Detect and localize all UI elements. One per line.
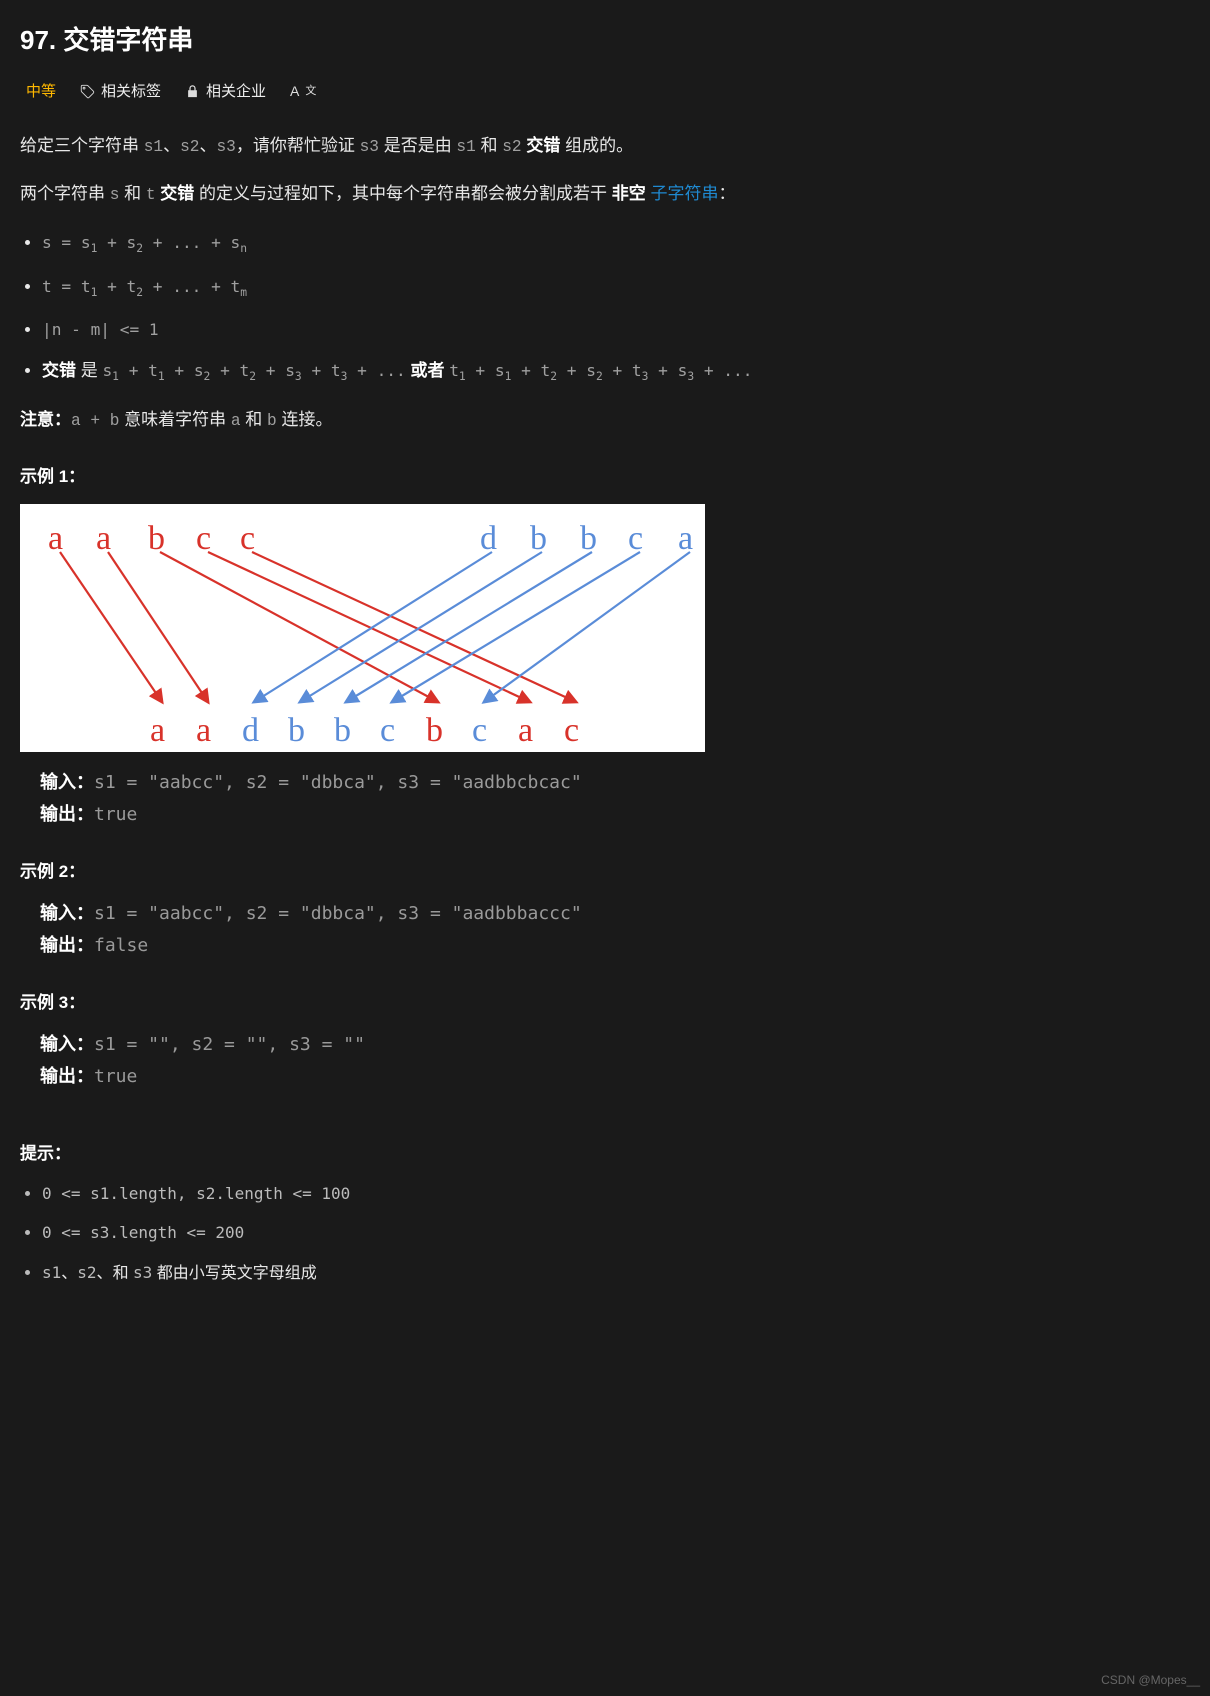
list-item: 0 <= s1.length, s2.length <= 100 [42, 1181, 1190, 1207]
intro-p2: 两个字符串 s 和 t 交错 的定义与过程如下，其中每个字符串都会被分割成若干 … [20, 180, 1190, 209]
diagram-letter: d [242, 704, 259, 758]
intro-p1: 给定三个字符串 s1、s2、s3，请你帮忙验证 s3 是否是由 s1 和 s2 … [20, 132, 1190, 161]
problem-description: 给定三个字符串 s1、s2、s3，请你帮忙验证 s3 是否是由 s1 和 s2 … [20, 132, 1190, 1287]
diagram-letter: b [148, 512, 165, 566]
tags-label: 相关标签 [101, 80, 161, 104]
diagram-letter: d [480, 512, 497, 566]
substring-link[interactable]: 子字符串 [646, 184, 719, 203]
diagram-letter: b [530, 512, 547, 566]
diagram-letter: a [518, 704, 533, 758]
lock-icon [185, 84, 200, 99]
diagram-letter: c [380, 704, 395, 758]
translate-button[interactable]: A文 [290, 80, 316, 102]
diagram-letter: c [196, 512, 211, 566]
diagram-letter: a [48, 512, 63, 566]
diagram-letter: c [564, 704, 579, 758]
arrows-svg [20, 504, 705, 752]
diagram-letter: b [334, 704, 351, 758]
watermark: CSDN @Mopes__ [1101, 1671, 1200, 1690]
meta-row: 中等 相关标签 相关企业 A文 [20, 80, 1190, 104]
list-item: |n - m| <= 1 [42, 316, 1190, 343]
example2-block: 输入：s1 = "aabcc", s2 = "dbbca", s3 = "aad… [20, 899, 1190, 961]
list-item: t = t1 + t2 + ... + tm [42, 273, 1190, 302]
diagram-letter: a [96, 512, 111, 566]
list-item: s1、s2、和 s3 都由小写英文字母组成 [42, 1260, 1190, 1287]
diagram-letter: b [580, 512, 597, 566]
interleave-diagram: aabccdbbcaaadbbcbcac [20, 504, 705, 752]
hints-list: 0 <= s1.length, s2.length <= 100 0 <= s3… [20, 1181, 1190, 1287]
diagram-letter: a [150, 704, 165, 758]
tag-icon [80, 84, 95, 99]
example3-block: 输入：s1 = "", s2 = "", s3 = "" 输出：true [20, 1030, 1190, 1092]
example2-label: 示例 2： [20, 858, 1190, 885]
hints-label: 提示： [20, 1140, 1190, 1167]
note-line: 注意：a + b 意味着字符串 a 和 b 连接。 [20, 406, 1190, 435]
example3-label: 示例 3： [20, 989, 1190, 1016]
example1-block: 输入：s1 = "aabcc", s2 = "dbbca", s3 = "aad… [20, 768, 1190, 830]
companies-label: 相关企业 [206, 80, 266, 104]
list-item: s = s1 + s2 + ... + sn [42, 229, 1190, 258]
diagram-letter: b [426, 704, 443, 758]
definition-list: s = s1 + s2 + ... + sn t = t1 + t2 + ...… [20, 229, 1190, 386]
example1-label: 示例 1： [20, 463, 1190, 490]
list-item: 交错 是 s1 + t1 + s2 + t2 + s3 + t3 + ... 或… [42, 357, 1190, 386]
diagram-letter: a [196, 704, 211, 758]
list-item: 0 <= s3.length <= 200 [42, 1220, 1190, 1246]
diagram-letter: c [628, 512, 643, 566]
diagram-letter: a [678, 512, 693, 566]
problem-title: 97. 交错字符串 [20, 20, 1190, 62]
diagram-letter: c [240, 512, 255, 566]
tags-button[interactable]: 相关标签 [80, 80, 161, 104]
diagram-letter: c [472, 704, 487, 758]
companies-button[interactable]: 相关企业 [185, 80, 266, 104]
difficulty-badge: 中等 [26, 80, 56, 104]
diagram-letter: b [288, 704, 305, 758]
